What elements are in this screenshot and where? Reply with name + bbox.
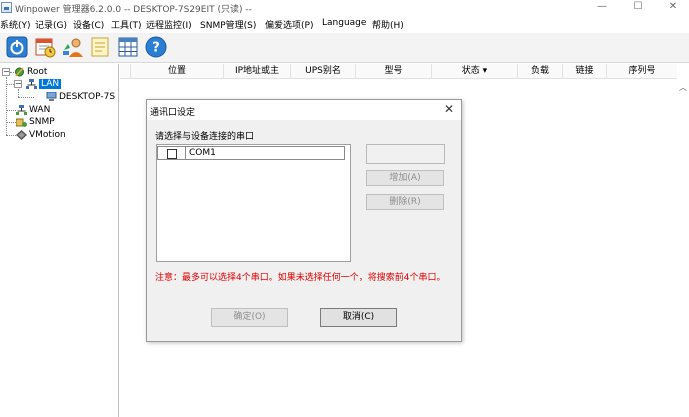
svg-text:?: ?: [152, 41, 160, 56]
tree-item-desktop[interactable]: DESKTOP-7S: [46, 91, 115, 103]
column-serial-number[interactable]: 序列号: [607, 64, 677, 79]
menu-device[interactable]: 设备(C): [73, 18, 104, 31]
device-list-header: 位置 IP地址或主 UPS别名 型号 状态 ▾ 负载 链接 序列号: [120, 64, 677, 79]
app-icon: [1, 2, 12, 13]
list-item[interactable]: COM1: [157, 146, 345, 160]
menu-snmp[interactable]: SNMP管理(S): [200, 18, 256, 31]
column-link[interactable]: 链接: [563, 64, 607, 79]
menu-log[interactable]: 记录(G): [35, 18, 67, 31]
scroll-up-icon[interactable]: ︿: [679, 82, 687, 93]
vertical-scrollbar[interactable]: ︿: [677, 64, 689, 417]
comm-port-dialog: 通讯口设定 ✕ 请选择与设备连接的串口 COM1 增加(A) 删除(R) 注意：…: [146, 99, 462, 342]
column-model[interactable]: 型号: [356, 64, 432, 79]
tree-label-root: Root: [27, 67, 48, 77]
wan-network-icon: [16, 105, 27, 115]
dialog-warning-note: 注意：最多可以选择4个串口。如果未选择任何一个，将搜索前4个串口。: [155, 273, 446, 283]
power-icon[interactable]: [6, 36, 28, 58]
menu-bar: 系统(Y) 记录(G) 设备(C) 工具(T) 远程监控(I) SNMP管理(S…: [0, 16, 689, 31]
port-checkbox[interactable]: [167, 149, 177, 159]
grid-icon[interactable]: [117, 36, 139, 58]
tree-item-vmotion[interactable]: VMotion: [16, 129, 66, 141]
tree-label-wan: WAN: [29, 105, 51, 115]
port-name-field: [366, 144, 445, 164]
delete-port-button[interactable]: 删除(R): [366, 194, 444, 210]
lan-network-icon: [26, 79, 37, 89]
column-ups-alias[interactable]: UPS别名: [291, 64, 356, 79]
menu-preferences[interactable]: 偏爱选项(P): [265, 18, 313, 31]
cancel-button[interactable]: 取消(C): [320, 308, 397, 327]
menu-system[interactable]: 系统(Y): [0, 18, 31, 31]
vmotion-icon: [16, 130, 27, 140]
add-port-button[interactable]: 增加(A): [366, 170, 444, 186]
tree-item-lan[interactable]: LAN: [26, 78, 62, 90]
port-label: COM1: [189, 148, 216, 158]
menu-help[interactable]: 帮助(H): [372, 18, 404, 31]
dialog-close-icon[interactable]: ✕: [444, 102, 454, 116]
tree-label-vmotion: VMotion: [29, 130, 66, 140]
column-status[interactable]: 状态 ▾: [432, 64, 518, 79]
dialog-title: 通讯口设定: [150, 108, 196, 118]
tree-label-desktop: DESKTOP-7S: [59, 92, 116, 102]
tree-item-root[interactable]: Root: [14, 66, 47, 78]
device-tree: − Root − LAN DESKTOP-7S WAN SNMP VMotion: [0, 64, 119, 417]
port-list: COM1: [156, 144, 351, 262]
column-location[interactable]: 位置: [131, 64, 224, 79]
title-bar: Winpower 管理器6.2.0.0 -- DESKTOP-7S29EIT (…: [0, 0, 689, 16]
maximize-button[interactable]: ☐: [620, 0, 656, 16]
close-window-button[interactable]: ✕: [655, 0, 689, 16]
dialog-title-bar: 通讯口设定 ✕: [147, 100, 461, 120]
tree-label-lan: LAN: [39, 79, 62, 89]
toolbar: ?: [0, 33, 689, 63]
menu-tools[interactable]: 工具(T): [111, 18, 142, 31]
computer-icon: [46, 91, 57, 102]
calendar-clock-icon[interactable]: [34, 36, 56, 58]
notes-icon[interactable]: [89, 36, 111, 58]
column-spacer: [120, 64, 131, 79]
network-globe-icon: [14, 67, 25, 77]
menu-language[interactable]: Language: [322, 18, 366, 28]
help-icon[interactable]: ?: [145, 36, 167, 58]
user-network-icon[interactable]: [62, 36, 84, 58]
tree-item-wan[interactable]: WAN: [16, 104, 50, 116]
menu-remote-monitor[interactable]: 远程监控(I): [146, 18, 192, 31]
column-load[interactable]: 负载: [518, 64, 563, 79]
minimize-button[interactable]: —: [584, 0, 620, 16]
column-ip-address[interactable]: IP地址或主: [224, 64, 291, 79]
tree-collapse-root[interactable]: −: [2, 68, 10, 76]
snmp-device-icon: [15, 117, 27, 127]
tree-item-snmp[interactable]: SNMP: [15, 116, 55, 128]
tree-collapse-lan[interactable]: −: [14, 80, 22, 88]
ok-button[interactable]: 确定(O): [211, 308, 288, 327]
window-title: Winpower 管理器6.2.0.0 -- DESKTOP-7S29EIT (…: [15, 5, 252, 15]
dialog-prompt: 请选择与设备连接的串口: [155, 132, 255, 142]
tree-label-snmp: SNMP: [29, 117, 55, 127]
